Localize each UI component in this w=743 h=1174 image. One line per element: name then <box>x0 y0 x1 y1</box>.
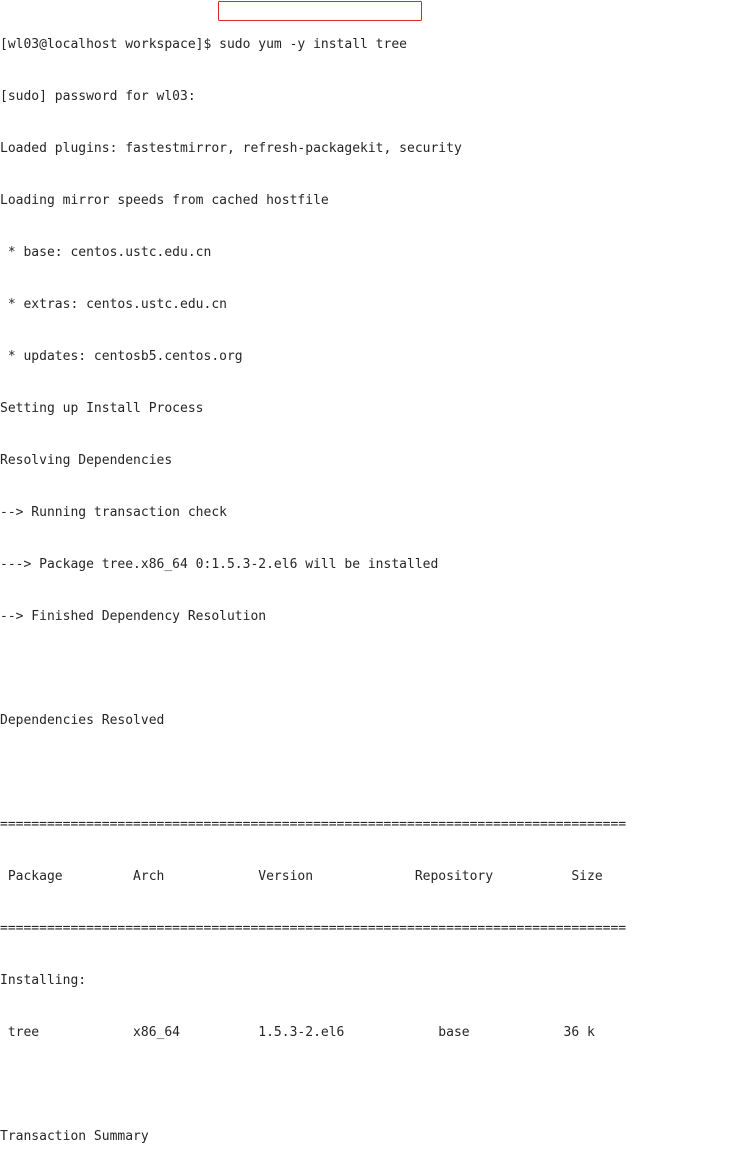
terminal-line: Installing: <box>0 973 87 989</box>
terminal-line: Transaction Summary <box>0 1129 149 1145</box>
table-separator-bottom: ========================================… <box>0 921 627 937</box>
terminal-line: Resolving Dependencies <box>0 452 173 468</box>
terminal-line: * base: centos.ustc.edu.cn <box>0 244 212 260</box>
terminal-line: * updates: centosb5.centos.org <box>0 348 243 364</box>
table-row: tree x86_64 1.5.3-2.el6 base 36 k <box>0 1025 595 1041</box>
terminal-window[interactable]: [wl03@localhost workspace]$ sudo yum -y … <box>0 0 743 1144</box>
terminal-line: Setting up Install Process <box>0 400 204 416</box>
terminal-line: ---> Package tree.x86_64 0:1.5.3-2.el6 w… <box>0 557 439 572</box>
terminal-line: --> Running transaction check <box>0 504 227 520</box>
table-header-row: Package Arch Version Repository Size <box>0 869 603 885</box>
terminal-line: [wl03@localhost workspace]$ sudo yum -y … <box>0 36 407 52</box>
table-separator-top: ========================================… <box>0 817 627 833</box>
terminal-line: Loading mirror speeds from cached hostfi… <box>0 192 329 208</box>
terminal-output[interactable]: [wl03@localhost workspace]$ sudo yum -y … <box>0 1 626 1174</box>
terminal-line: [sudo] password for wl03: <box>0 88 196 104</box>
terminal-line: * extras: centos.ustc.edu.cn <box>0 296 227 312</box>
terminal-line: Loaded plugins: fastestmirror, refresh-p… <box>0 140 462 156</box>
terminal-line: --> Finished Dependency Resolution <box>0 609 267 625</box>
terminal-line: Dependencies Resolved <box>0 713 165 729</box>
